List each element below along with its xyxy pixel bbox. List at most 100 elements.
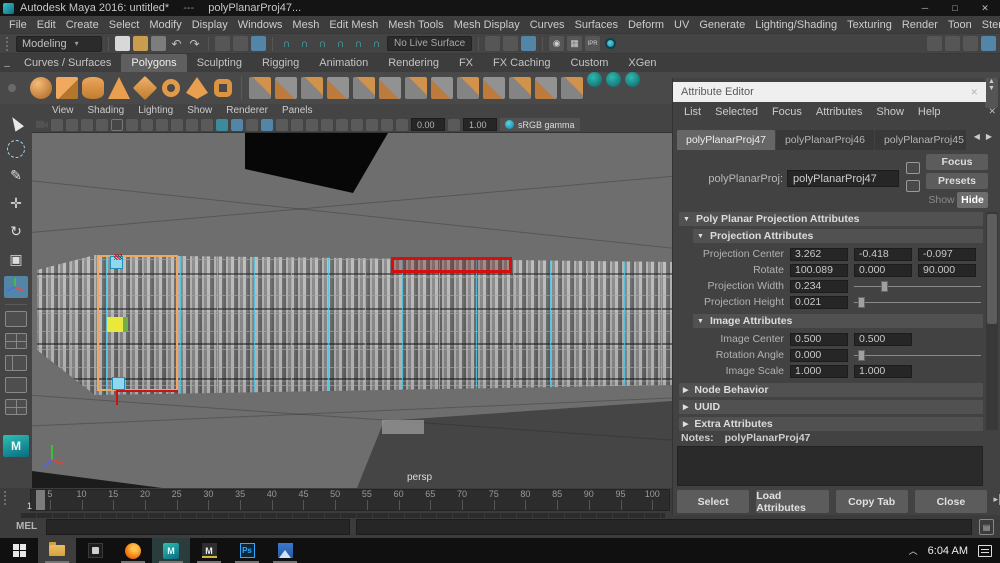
snap-to-curve-icon[interactable]: ∩ [297,36,312,51]
menu-item[interactable]: Generate [694,19,750,31]
combine-icon[interactable] [301,77,323,99]
attribute-editor-scrollbar[interactable] [986,212,998,430]
modeling-toolkit-icon[interactable] [927,36,942,51]
rotate-tool-icon[interactable]: ↻ [4,220,28,242]
shadows-icon[interactable] [306,119,318,131]
paint-select-tool-icon[interactable]: ✎ [4,164,28,186]
bevel-icon[interactable] [483,77,505,99]
scrollbar-thumb[interactable] [987,214,997,324]
render-current-frame-icon[interactable]: ▦ [567,36,582,51]
make-live-icon[interactable]: ∩ [369,36,384,51]
rotate-x-field[interactable]: 100.089 [790,264,848,277]
section-extra-attributes[interactable]: ▶ Extra Attributes [679,417,983,431]
field-chart-icon[interactable] [171,119,183,131]
notes-textarea[interactable] [677,446,983,486]
gate-mask-icon[interactable] [156,119,168,131]
ae-menu-item[interactable]: Focus [765,106,809,122]
close-button[interactable]: ✕ [970,0,1000,16]
menu-item[interactable]: Stereo [977,19,1000,31]
poly-prism-icon[interactable] [186,77,208,99]
swap-input-icon[interactable] [906,162,920,174]
snap-to-grid-icon[interactable]: ∩ [279,36,294,51]
taskbar-maya[interactable]: M [152,538,190,563]
maximize-button[interactable]: □ [940,0,970,16]
mirror-icon[interactable] [535,77,557,99]
section-poly-planar-projection[interactable]: ▼ Poly Planar Projection Attributes [679,212,983,226]
shelf-scroll-arrows[interactable]: ▲▼ [985,78,998,108]
scale-tool-icon[interactable]: ▣ [4,248,28,270]
symmetry-icon[interactable] [561,77,583,99]
panel-menu-item[interactable]: Shading [82,105,131,116]
lighting-icon[interactable] [291,119,303,131]
snap-to-projected-center-icon[interactable]: ∩ [333,36,348,51]
section-node-behavior[interactable]: ▶ Node Behavior [679,383,983,397]
live-surface-field[interactable]: No Live Surface [387,36,472,51]
render-settings-icon[interactable] [603,36,618,51]
menu-item[interactable]: Curves [525,19,570,31]
panel-menu-item[interactable]: Panels [276,105,319,116]
script-editor-icon[interactable]: ▤ [979,519,994,535]
shelf-options-icon[interactable] [8,84,16,92]
poly-pipe-icon[interactable] [214,79,232,97]
slider-handle[interactable] [858,297,865,308]
ipr-render-icon[interactable]: IPR [585,36,600,51]
manipulator-bottom-handle[interactable] [112,377,125,390]
film-gate-icon[interactable] [126,119,138,131]
output-connections-icon[interactable] [503,36,518,51]
split-pane-layout-button[interactable] [5,377,27,393]
rotate-y-field[interactable]: 0.000 [854,264,912,277]
taskbar-photoshop[interactable]: Ps [228,538,266,563]
gamma-icon[interactable] [448,119,460,131]
slider-handle[interactable] [881,281,888,292]
hide-button[interactable]: Hide [957,192,988,208]
menu-item[interactable]: Toon [943,19,977,31]
multi-cut-icon[interactable] [405,77,427,99]
menu-item[interactable]: Lighting/Shading [750,19,842,31]
wireframe-on-shaded-icon[interactable] [261,119,273,131]
menu-item[interactable]: Texturing [842,19,897,31]
footer-button[interactable]: Load Attributes [756,490,828,513]
taskbar-image-viewer[interactable] [266,538,304,563]
projection-width-slider[interactable] [854,280,981,293]
menu-item[interactable]: UV [669,19,694,31]
close-panel-icon[interactable]: ✕ [988,106,996,117]
motion-blur-icon[interactable] [336,119,348,131]
xray-icon[interactable] [366,119,378,131]
close-icon[interactable]: ✕ [970,87,978,98]
exposure-field[interactable]: 0.00 [411,118,445,131]
dock-toggle-icon[interactable]: ▸ [993,494,1000,505]
new-scene-icon[interactable] [115,36,130,51]
xray-joints-icon[interactable] [381,119,393,131]
viewport-3d[interactable]: persp [32,133,672,488]
bridge-icon[interactable] [509,77,531,99]
lock-camera-icon[interactable] [51,119,63,131]
xgen-shelf-icon[interactable] [587,72,602,87]
shelf-tab[interactable]: Polygons [121,54,186,72]
rotation-angle-slider[interactable] [854,349,981,362]
node-tab[interactable]: polyPlanarProj45 [875,130,966,150]
command-input-field[interactable] [46,519,350,535]
bookmark-icon[interactable] [66,119,78,131]
panel-menu-item[interactable]: View [46,105,80,116]
shelf-tab[interactable]: Rendering [378,54,449,72]
image-center-v-field[interactable]: 0.500 [854,333,912,346]
section-uuid[interactable]: ▶ UUID [679,400,983,414]
menu-item[interactable]: File [4,19,32,31]
node-tab[interactable]: polyPlanarProj46 [776,130,874,150]
shelf-tab[interactable]: FX Caching [483,54,560,72]
menu-item[interactable]: Deform [623,19,669,31]
undo-icon[interactable]: ↶ [169,36,184,51]
open-render-view-icon[interactable]: ◉ [549,36,564,51]
view-transform-selector[interactable]: sRGB gamma [500,118,580,131]
node-name-field[interactable]: polyPlanarProj47 [787,170,899,187]
separate-icon[interactable] [327,77,349,99]
menu-item[interactable]: Edit Mesh [324,19,383,31]
four-pane-layout-button[interactable] [5,333,27,349]
tab-scroll-left-icon[interactable]: ◀ [974,132,980,141]
show-button[interactable]: Show [926,192,957,208]
projection-height-field[interactable]: 0.021 [790,296,848,309]
drag-handle[interactable] [4,491,9,505]
extract-icon[interactable] [353,77,375,99]
ae-menu-item[interactable]: Attributes [809,106,869,122]
poly-sphere-icon[interactable] [30,77,52,99]
